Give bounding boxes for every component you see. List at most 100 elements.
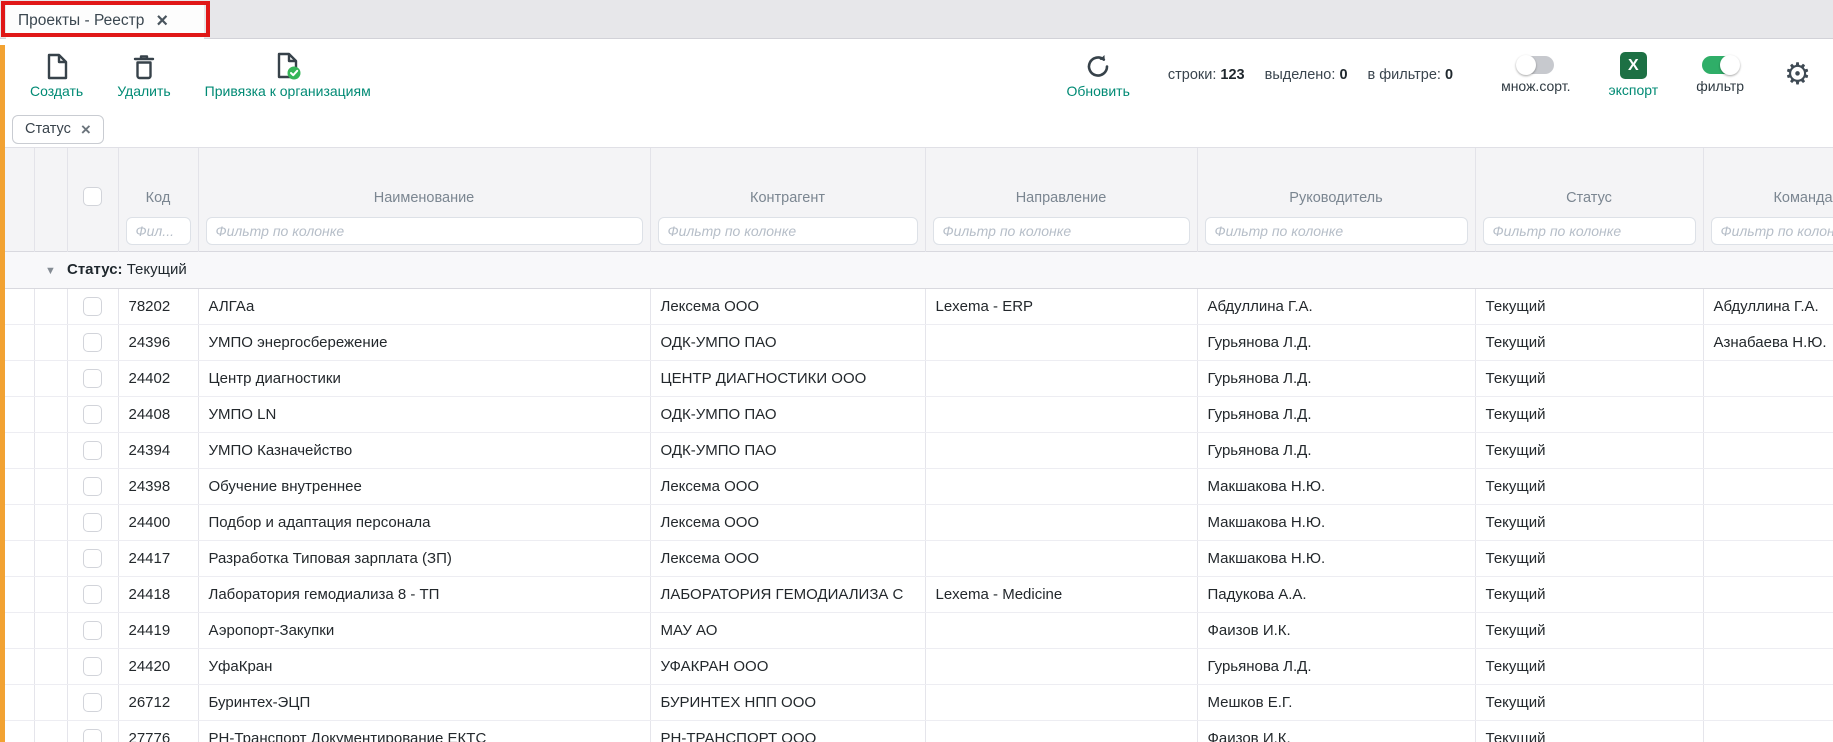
column-header-name[interactable]: Наименование	[198, 148, 650, 212]
cell-team: Абдуллина Г.А.	[1703, 288, 1833, 324]
filter-input-name[interactable]	[206, 217, 643, 245]
select-all-checkbox[interactable]	[83, 187, 102, 206]
table-row[interactable]: 24420УфаКранУФАКРАН ОООГурьянова Л.Д.Тек…	[0, 648, 1833, 684]
settings-gear-icon[interactable]: ⚙	[1784, 60, 1811, 90]
gutter-cell	[0, 324, 34, 360]
checkbox-cell	[67, 396, 118, 432]
projects-table: КодНаименованиеКонтрагентНаправлениеРуко…	[0, 148, 1833, 742]
column-header-direction[interactable]: Направление	[925, 148, 1197, 212]
cell-team	[1703, 468, 1833, 504]
filter-toggle[interactable]: фильтр	[1696, 56, 1744, 94]
filter-input-team[interactable]	[1711, 217, 1833, 245]
cell-contragent: ОДК-УМПО ПАО	[650, 396, 925, 432]
checkbox-cell	[67, 432, 118, 468]
cell-status: Текущий	[1475, 396, 1703, 432]
row-checkbox[interactable]	[83, 441, 102, 460]
filter-input-direction[interactable]	[933, 217, 1190, 245]
group-chip-close-icon[interactable]: ×	[81, 121, 91, 138]
table-row[interactable]: 24417Разработка Типовая зарплата (ЗП)Лек…	[0, 540, 1833, 576]
row-checkbox[interactable]	[83, 693, 102, 712]
group-field-label: Статус:	[67, 261, 123, 278]
filter-cell	[1703, 212, 1833, 251]
table-row[interactable]: 26712Буринтех-ЭЦПБУРИНТЕХ НПП ОООМешков …	[0, 684, 1833, 720]
cell-manager: Гурьянова Л.Д.	[1197, 324, 1475, 360]
table-row[interactable]: 24394УМПО КазначействоОДК-УМПО ПАОГурьян…	[0, 432, 1833, 468]
multi-sort-toggle-switch[interactable]	[1518, 56, 1554, 74]
gutter-cell	[0, 540, 34, 576]
create-button-label: Создать	[30, 83, 83, 99]
export-label: экспорт	[1609, 82, 1659, 98]
filter-cell	[1475, 212, 1703, 251]
tab-close-icon[interactable]: ×	[156, 11, 168, 31]
tab-projects-registry[interactable]: Проекты - Реестр ×	[6, 3, 204, 39]
cell-code: 24420	[118, 648, 198, 684]
table-row[interactable]: 27776РН-Транспорт Документирование ЕКТСР…	[0, 720, 1833, 742]
group-chip-status[interactable]: Статус ×	[12, 115, 104, 144]
export-button[interactable]: X экспорт	[1609, 52, 1659, 98]
row-checkbox[interactable]	[83, 477, 102, 496]
gutter-cell	[0, 612, 34, 648]
row-checkbox[interactable]	[83, 549, 102, 568]
filter-input-manager[interactable]	[1205, 217, 1468, 245]
multi-sort-toggle[interactable]: множ.сорт.	[1501, 56, 1570, 94]
row-checkbox[interactable]	[83, 297, 102, 316]
column-header-contragent[interactable]: Контрагент	[650, 148, 925, 212]
row-checkbox[interactable]	[83, 621, 102, 640]
collapse-triangle-icon[interactable]: ▼	[34, 265, 67, 277]
filter-input-contragent[interactable]	[658, 217, 918, 245]
table-row[interactable]: 24418Лаборатория гемодиализа 8 - ТПЛАБОР…	[0, 576, 1833, 612]
cell-team	[1703, 432, 1833, 468]
row-checkbox[interactable]	[83, 585, 102, 604]
row-checkbox[interactable]	[83, 513, 102, 532]
link-organizations-button[interactable]: Привязка к организациям	[205, 52, 371, 99]
table-row[interactable]: 24396УМПО энергосбережениеОДК-УМПО ПАОГу…	[0, 324, 1833, 360]
cell-team	[1703, 540, 1833, 576]
toolbar-right: Обновить строки: 123 выделено: 0 в фильт…	[1066, 52, 1811, 99]
table-row[interactable]: 24402Центр диагностикиЦЕНТР ДИАГНОСТИКИ …	[0, 360, 1833, 396]
row-checkbox[interactable]	[83, 729, 102, 742]
cell-direction	[925, 720, 1197, 742]
data-grid: КодНаименованиеКонтрагентНаправлениеРуко…	[0, 147, 1833, 742]
column-header-team[interactable]: Команда	[1703, 148, 1833, 212]
row-checkbox[interactable]	[83, 333, 102, 352]
cell-contragent: МАУ АО	[650, 612, 925, 648]
gutter-cell	[34, 396, 67, 432]
cell-name: Подбор и адаптация персонала	[198, 504, 650, 540]
table-row[interactable]: 78202АЛГАаЛексема ОООLexema - ERPАбдулли…	[0, 288, 1833, 324]
delete-button-label: Удалить	[117, 83, 170, 99]
cell-team	[1703, 396, 1833, 432]
gutter-cell	[34, 720, 67, 742]
row-checkbox[interactable]	[83, 405, 102, 424]
row-checkbox[interactable]	[83, 657, 102, 676]
column-header-status[interactable]: Статус	[1475, 148, 1703, 212]
filter-toggle-switch[interactable]	[1702, 56, 1738, 74]
cell-name: Лаборатория гемодиализа 8 - ТП	[198, 576, 650, 612]
group-row-status[interactable]: ▼Статус: Текущий	[0, 251, 1833, 288]
cell-contragent: УФАКРАН ООО	[650, 648, 925, 684]
column-header-code[interactable]: Код	[118, 148, 198, 212]
cell-team	[1703, 720, 1833, 742]
table-row[interactable]: 24398Обучение внутреннееЛексема ОООМакша…	[0, 468, 1833, 504]
refresh-button[interactable]: Обновить	[1066, 52, 1129, 99]
gutter-cell	[34, 648, 67, 684]
cell-direction	[925, 360, 1197, 396]
column-header-manager[interactable]: Руководитель	[1197, 148, 1475, 212]
cell-code: 24417	[118, 540, 198, 576]
filter-row	[0, 212, 1833, 251]
delete-button[interactable]: Удалить	[117, 52, 170, 99]
create-button[interactable]: Создать	[30, 52, 83, 99]
gutter-cell	[0, 251, 34, 288]
cell-manager: Гурьянова Л.Д.	[1197, 360, 1475, 396]
checkbox-cell	[67, 504, 118, 540]
cell-direction: Lexema - Medicine	[925, 576, 1197, 612]
filter-input-code[interactable]	[126, 217, 191, 245]
row-checkbox[interactable]	[83, 369, 102, 388]
app-window: Проекты - Реестр × Создать	[0, 0, 1833, 742]
filter-toggle-label: фильтр	[1696, 78, 1744, 94]
checkbox-cell	[67, 540, 118, 576]
filter-input-status[interactable]	[1483, 217, 1696, 245]
cell-status: Текущий	[1475, 468, 1703, 504]
table-row[interactable]: 24408УМПО LNОДК-УМПО ПАОГурьянова Л.Д.Те…	[0, 396, 1833, 432]
table-row[interactable]: 24400Подбор и адаптация персоналаЛексема…	[0, 504, 1833, 540]
table-row[interactable]: 24419Аэропорт-ЗакупкиМАУ АОФаизов И.К.Те…	[0, 612, 1833, 648]
